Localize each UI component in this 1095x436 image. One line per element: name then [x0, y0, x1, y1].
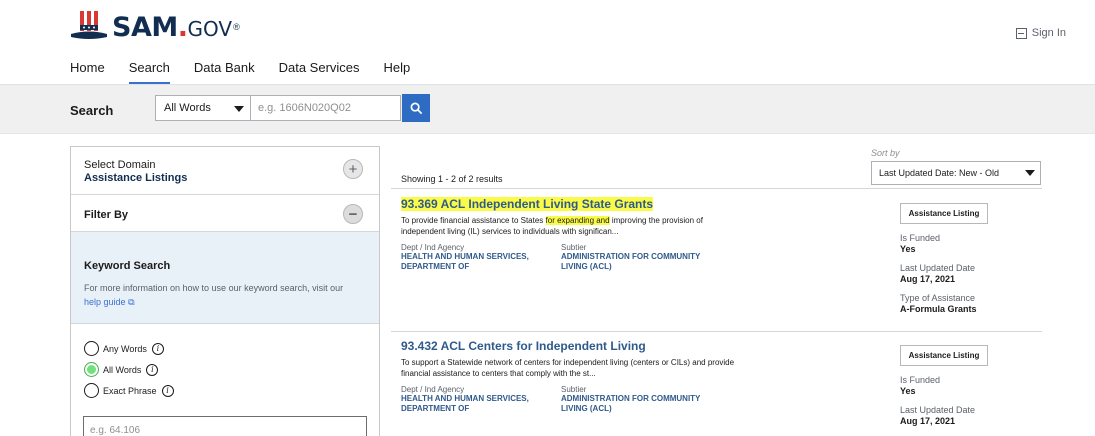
nav-data-services[interactable]: Data Services [279, 60, 360, 85]
result-side-info: Assistance Listing Is Funded Yes Last Up… [900, 203, 988, 314]
filter-by-label: Filter By [84, 209, 129, 221]
dept-agency-value: HEALTH AND HUMAN SERVICES, DEPARTMENT OF [401, 252, 529, 271]
result-title-link[interactable]: 93.369 ACL Independent Living State Gran… [401, 197, 654, 211]
expand-domain-button[interactable]: + [343, 159, 363, 179]
sort-value: Last Updated Date: New - Old [879, 168, 1000, 178]
sign-in-label: Sign In [1031, 27, 1066, 39]
sign-in-link[interactable]: Sign In [1015, 27, 1066, 39]
keyword-mode-radios: Any Words i All Words i Exact Phrase i [71, 324, 379, 401]
result-type-badge: Assistance Listing [900, 203, 988, 224]
radio-label: Any Words [103, 343, 147, 354]
select-domain-label: Select Domain [84, 159, 156, 171]
select-domain-section: Select Domain Assistance Listings + [71, 147, 379, 195]
divider [391, 188, 1042, 189]
info-icon[interactable]: i [151, 342, 164, 355]
search-mode-value: All Words [164, 102, 211, 114]
filter-panel: Select Domain Assistance Listings + Filt… [70, 146, 380, 436]
radio-exact-phrase[interactable]: Exact Phrase i [84, 380, 379, 401]
subtier: Subtier ADMINISTRATION FOR COMMUNITY LIV… [561, 385, 721, 414]
radio-all-words[interactable]: All Words i [84, 359, 379, 380]
caret-down-icon [1025, 170, 1035, 176]
dept-agency: Dept / Ind Agency HEALTH AND HUMAN SERVI… [401, 243, 561, 272]
radio-label: All Words [103, 364, 142, 375]
logo-gov-text: GOV [187, 17, 233, 41]
search-mode-select[interactable]: All Words [155, 95, 251, 121]
info-icon[interactable]: i [161, 384, 174, 397]
radio-label: Exact Phrase [103, 385, 157, 396]
nav-help[interactable]: Help [384, 60, 411, 85]
help-guide-link[interactable]: help guide ⧉ [84, 297, 135, 307]
result-description: To support a Statewide network of center… [401, 358, 735, 378]
plus-icon: + [348, 160, 358, 178]
filter-by-section: Filter By − [71, 195, 379, 232]
logo-registered-mark: ® [233, 22, 240, 32]
search-icon [410, 102, 422, 114]
subtier-value: ADMINISTRATION FOR COMMUNITY LIVING (ACL… [561, 252, 701, 271]
result-title-link[interactable]: 93.432 ACL Centers for Independent Livin… [401, 339, 646, 353]
selected-domain-value: Assistance Listings [84, 172, 188, 184]
funded-value: Yes [900, 244, 916, 254]
result-description: To provide financial assistance to State… [401, 216, 703, 236]
sort-select[interactable]: Last Updated Date: New - Old [871, 161, 1041, 185]
results-count: Showing 1 - 2 of 2 results [401, 174, 503, 184]
result-card: 93.432 ACL Centers for Independent Livin… [401, 337, 1041, 426]
result-side-info: Assistance Listing Is Funded Yes Last Up… [900, 345, 988, 426]
assistance-type-value: A-Formula Grants [900, 304, 977, 314]
sign-in-icon [1015, 27, 1027, 39]
nav-data-bank[interactable]: Data Bank [194, 60, 255, 85]
collapse-filter-button[interactable]: − [343, 204, 363, 224]
keyword-search-description: For more information on how to use our k… [84, 283, 344, 307]
radio-button[interactable] [84, 341, 99, 356]
radio-any-words[interactable]: Any Words i [84, 338, 379, 359]
main-nav: Home Search Data Bank Data Services Help [70, 60, 410, 85]
updated-date-value: Aug 17, 2021 [900, 416, 956, 426]
keyword-search-section: Keyword Search For more information on h… [71, 232, 379, 324]
minus-icon: − [348, 205, 358, 223]
sam-gov-logo[interactable]: SAM. GOV ® [70, 10, 240, 44]
subtier-value: ADMINISTRATION FOR COMMUNITY LIVING (ACL… [561, 394, 701, 413]
funded-value: Yes [900, 386, 916, 396]
sort-by-label: Sort by [871, 148, 900, 158]
logo-text: SAM. [112, 11, 188, 43]
updated-date-value: Aug 17, 2021 [900, 274, 956, 284]
divider [391, 331, 1042, 332]
uncle-sam-hat-icon [71, 11, 107, 39]
dept-agency: Dept / Ind Agency HEALTH AND HUMAN SERVI… [401, 385, 561, 414]
keyword-search-title: Keyword Search [84, 260, 171, 272]
keyword-input[interactable] [83, 416, 367, 436]
result-card: 93.369 ACL Independent Living State Gran… [401, 195, 1041, 314]
site-header: SAM. GOV ® Sign In Home Search Data Bank… [0, 0, 1095, 85]
search-label: Search [70, 103, 114, 118]
search-button[interactable] [402, 94, 430, 122]
search-input[interactable] [251, 95, 401, 121]
radio-button[interactable] [84, 383, 99, 398]
highlighted-text: for expanding and [545, 216, 610, 225]
external-link-icon: ⧉ [128, 297, 135, 307]
info-icon[interactable]: i [146, 363, 159, 376]
subtier: Subtier ADMINISTRATION FOR COMMUNITY LIV… [561, 243, 721, 272]
radio-button-selected[interactable] [84, 362, 99, 377]
nav-search[interactable]: Search [128, 60, 170, 85]
search-bar: Search All Words [0, 84, 1095, 134]
result-type-badge: Assistance Listing [900, 345, 988, 366]
caret-down-icon [234, 106, 244, 112]
nav-home[interactable]: Home [70, 60, 105, 85]
dept-agency-value: HEALTH AND HUMAN SERVICES, DEPARTMENT OF [401, 394, 529, 413]
